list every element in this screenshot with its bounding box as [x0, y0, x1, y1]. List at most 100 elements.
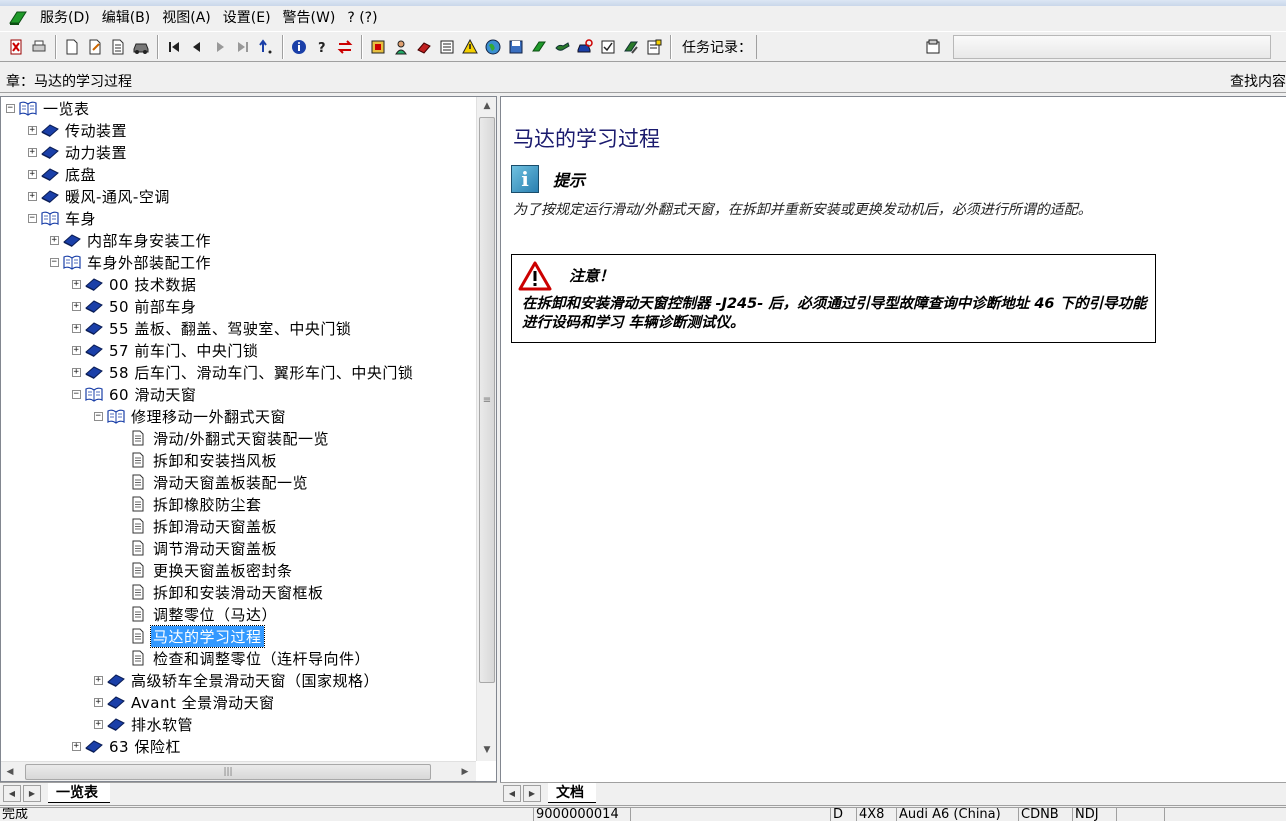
expand-icon[interactable]: + [72, 345, 81, 355]
tree-item[interactable]: 马达的学习过程 [116, 624, 265, 648]
tree-item[interactable]: +58 后车门、滑动车门、翼形车门、中央门锁 [72, 361, 415, 383]
list-icon[interactable] [436, 36, 458, 58]
tab-prev-icon[interactable]: ◀ [503, 785, 521, 802]
wrench-icon[interactable] [551, 36, 573, 58]
car-search-icon[interactable] [574, 36, 596, 58]
tree-item[interactable]: − 车身 [28, 207, 98, 229]
task-log-area[interactable] [756, 34, 916, 59]
task-log-button[interactable] [922, 36, 944, 58]
vehicle-icon[interactable] [130, 36, 152, 58]
tree-item[interactable]: + 动力装置 [28, 141, 129, 163]
expand-icon[interactable]: + [28, 169, 37, 179]
expand-icon[interactable]: + [94, 697, 103, 707]
tree-item[interactable]: +57 前车门、中央门锁 [72, 339, 260, 361]
tab-prev-icon[interactable]: ◀ [3, 785, 21, 802]
menu-view[interactable]: 视图(A) [156, 7, 217, 29]
tree-item[interactable]: 调整零位（马达） [116, 603, 279, 625]
hscroll-thumb[interactable]: ||| [25, 764, 431, 780]
tab-document[interactable]: 文档 [548, 783, 596, 803]
globe-icon[interactable] [482, 36, 504, 58]
expand-icon[interactable]: + [72, 279, 81, 289]
tree-item[interactable]: 拆卸和安装滑动天窗框板 [116, 581, 326, 603]
scroll-right-icon[interactable]: ▶ [456, 762, 474, 781]
notes-icon[interactable] [643, 36, 665, 58]
tree-item[interactable]: + 传动装置 [28, 119, 129, 141]
exit-icon[interactable] [5, 36, 27, 58]
tree-item[interactable]: + Avant 全景滑动天窗 [94, 691, 277, 713]
menu-help[interactable]: ? (?) [341, 7, 383, 29]
person-icon[interactable] [390, 36, 412, 58]
tree-item[interactable]: +63 保险杠 [72, 735, 183, 757]
tree-horizontal-scrollbar[interactable]: ◀ ||| ▶ [1, 761, 476, 781]
green-book-icon[interactable] [528, 36, 550, 58]
tree-item[interactable]: 滑动天窗盖板装配一览 [116, 471, 310, 493]
menu-service[interactable]: 服务(D) [34, 7, 96, 29]
expand-icon[interactable]: + [94, 719, 103, 729]
tree-item[interactable]: + 高级轿车全景滑动天窗（国家规格） [94, 669, 381, 691]
print-icon[interactable] [28, 36, 50, 58]
tree-item[interactable]: + 暖风-通风-空调 [28, 185, 172, 207]
collapse-icon[interactable]: − [72, 389, 81, 399]
help-question-icon[interactable]: ? [311, 36, 333, 58]
tree-item[interactable]: +50 前部车身 [72, 295, 198, 317]
expand-icon[interactable]: + [28, 125, 37, 135]
info-icon[interactable] [288, 36, 310, 58]
tree-item[interactable]: − 车身外部装配工作 [50, 251, 213, 273]
tree-item[interactable]: 更换天窗盖板密封条 [116, 559, 295, 581]
tree-item[interactable]: − 60 滑动天窗 [72, 383, 198, 405]
document-list-icon[interactable] [107, 36, 129, 58]
first-page-icon[interactable] [163, 36, 185, 58]
tree-item[interactable]: 拆卸滑动天窗盖板 [116, 515, 279, 537]
expand-icon[interactable]: + [72, 367, 81, 377]
next-page-icon[interactable] [209, 36, 231, 58]
tab-next-icon[interactable]: ▶ [523, 785, 541, 802]
tree-item[interactable]: − 一览表 [6, 97, 92, 119]
scroll-thumb[interactable]: ≡ [479, 117, 495, 683]
collapse-icon[interactable]: − [28, 213, 37, 223]
expand-icon[interactable]: + [94, 675, 103, 685]
collapse-icon[interactable]: − [6, 103, 15, 113]
tab-next-icon[interactable]: ▶ [23, 785, 41, 802]
go-up-icon[interactable] [255, 36, 277, 58]
expand-icon[interactable]: + [28, 147, 37, 157]
expand-icon[interactable]: + [72, 741, 81, 751]
tree-item[interactable]: +55 盖板、翻盖、驾驶室、中央门锁 [72, 317, 353, 339]
tree-item[interactable]: 拆卸橡胶防尘套 [116, 493, 264, 515]
previous-page-icon[interactable] [186, 36, 208, 58]
edit-document-icon[interactable] [84, 36, 106, 58]
tree-item[interactable]: +00 技术数据 [72, 273, 198, 295]
menu-settings[interactable]: 设置(E) [217, 7, 277, 29]
tree-item[interactable]: 拆卸和安装挡风板 [116, 449, 279, 471]
swap-icon[interactable] [334, 36, 356, 58]
collapse-icon[interactable]: − [50, 257, 59, 267]
menu-warning[interactable]: 警告(W) [277, 7, 342, 29]
scroll-left-icon[interactable]: ◀ [1, 762, 19, 781]
tree-item[interactable]: 检查和调整零位（连杆导向件） [116, 647, 372, 669]
tab-overview[interactable]: 一览表 [48, 783, 110, 803]
last-page-icon[interactable] [232, 36, 254, 58]
expand-icon[interactable]: + [72, 301, 81, 311]
search-content-label[interactable]: 查找内容 [1230, 71, 1286, 91]
scroll-up-icon[interactable]: ▲ [477, 97, 496, 115]
tree-item[interactable]: 滑动/外翻式天窗装配一览 [116, 427, 331, 449]
tree-item[interactable]: + 内部车身安装工作 [50, 229, 213, 251]
manual-icon[interactable] [413, 36, 435, 58]
tree-item[interactable]: + 排水软管 [94, 713, 195, 735]
edit-book-icon[interactable] [620, 36, 642, 58]
module-icon[interactable] [367, 36, 389, 58]
checklist-icon[interactable] [597, 36, 619, 58]
expand-icon[interactable]: + [72, 323, 81, 333]
new-document-icon[interactable] [61, 36, 83, 58]
scroll-down-icon[interactable]: ▼ [477, 741, 496, 759]
warning-triangle-icon[interactable] [459, 36, 481, 58]
tree-item[interactable]: 调节滑动天窗盖板 [116, 537, 279, 559]
task-log-field[interactable] [953, 34, 1271, 59]
menu-edit[interactable]: 编辑(B) [96, 7, 157, 29]
expand-icon[interactable]: + [28, 191, 37, 201]
collapse-icon[interactable]: − [94, 411, 103, 421]
expand-icon[interactable]: + [50, 235, 59, 245]
tree-item[interactable]: − 修理移动一外翻式天窗 [94, 405, 288, 427]
tree-vertical-scrollbar[interactable]: ▲ ≡ ▼ [476, 97, 496, 761]
save-icon[interactable] [505, 36, 527, 58]
tree-item[interactable]: + 底盘 [28, 163, 98, 185]
